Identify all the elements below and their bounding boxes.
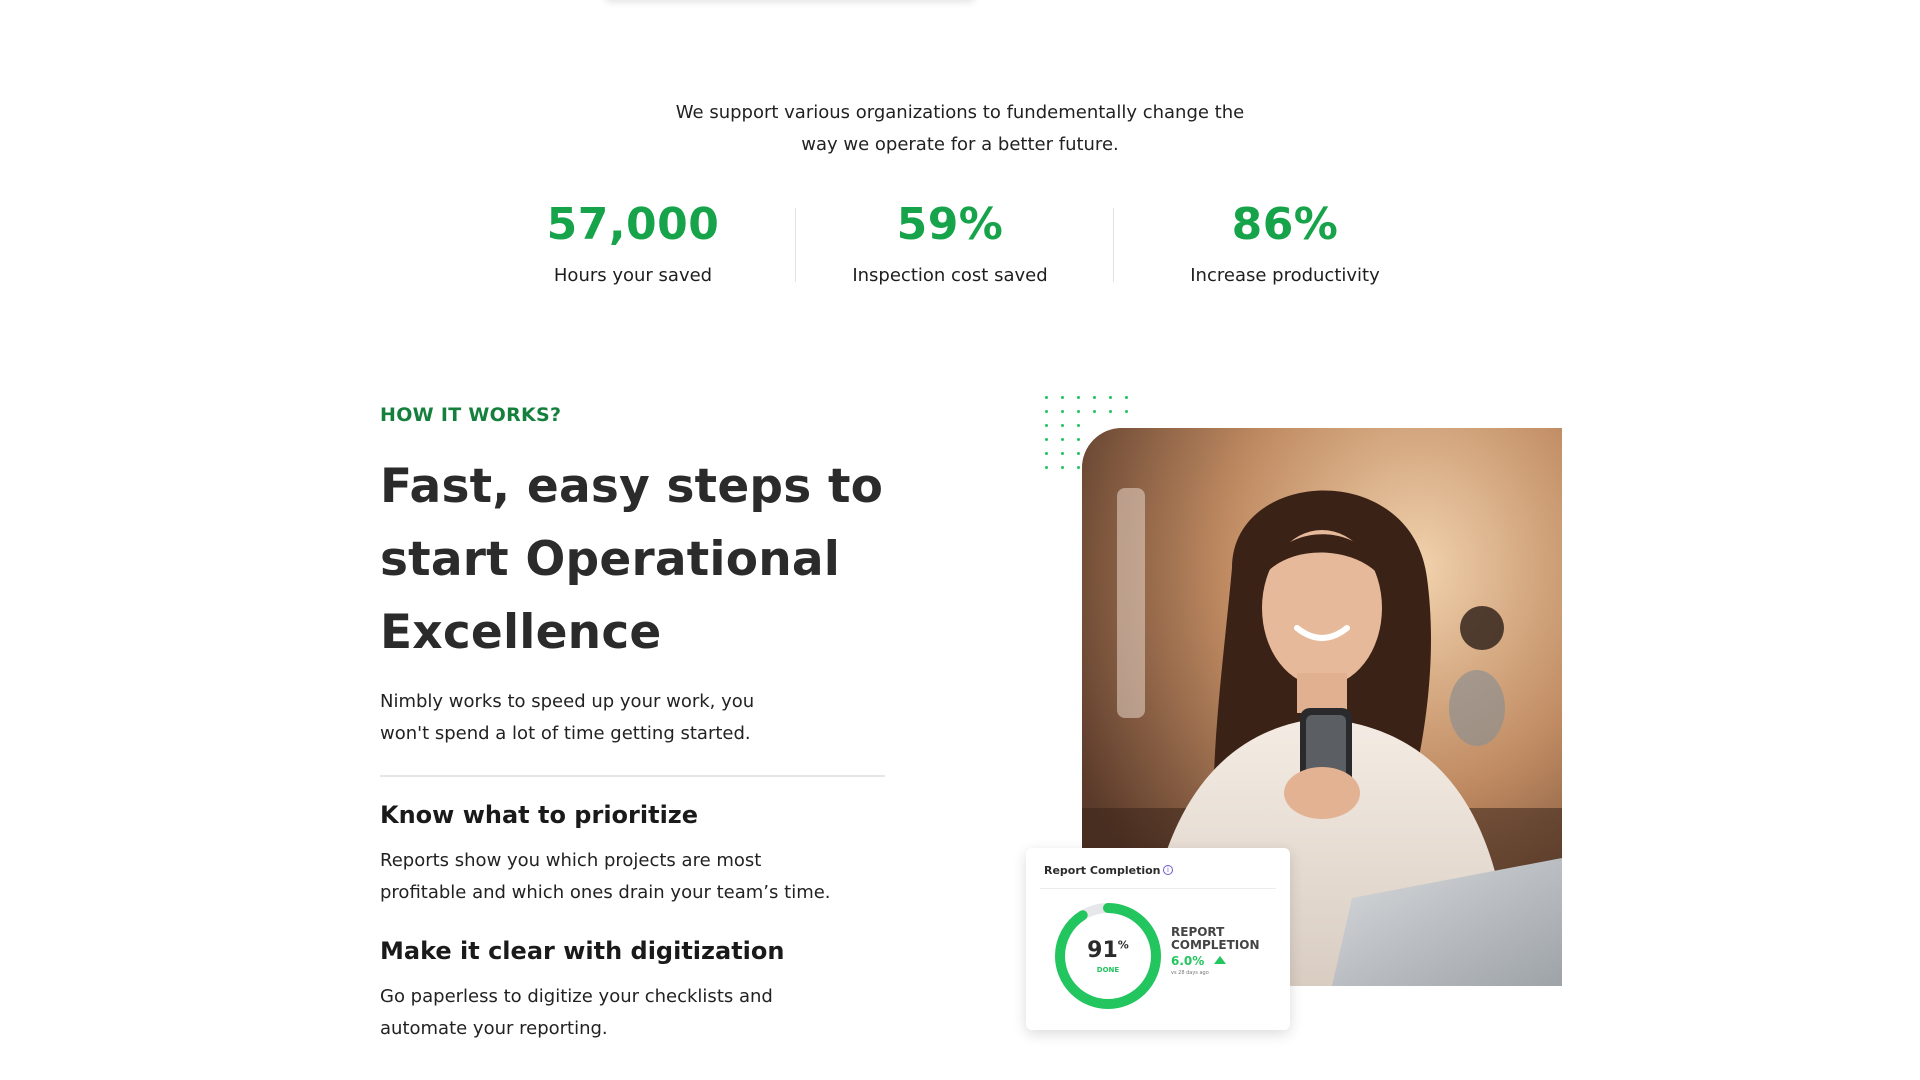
decorative-dot	[1045, 396, 1048, 399]
decorative-dot	[1125, 410, 1128, 413]
decorative-dot	[1125, 396, 1128, 399]
done-label: DONE	[1096, 966, 1120, 974]
card-divider	[1040, 888, 1276, 889]
stat-divider	[1113, 208, 1114, 282]
stat-productivity: 86% Increase productivity	[1125, 198, 1445, 288]
label-line: COMPLETION	[1171, 938, 1260, 952]
decorative-dot	[1077, 424, 1080, 427]
decorative-dot	[1061, 396, 1064, 399]
decorative-dot	[1061, 438, 1064, 441]
decorative-dot	[1093, 410, 1096, 413]
section-lead: Nimbly works to speed up your work, you …	[380, 686, 900, 750]
card-title: Report Completion	[1044, 864, 1161, 877]
info-icon[interactable]: i	[1163, 865, 1173, 875]
decorative-dot	[1061, 410, 1064, 413]
stat-label: Hours your saved	[553, 265, 713, 286]
feature-desc-line: automate your reporting.	[380, 1018, 608, 1039]
percent-sign: %	[1117, 938, 1129, 952]
stat-label: Inspection cost saved	[852, 265, 1048, 286]
decorative-dot	[1077, 452, 1080, 455]
decorative-dot	[1061, 452, 1064, 455]
decorative-dot	[1077, 410, 1080, 413]
decorative-dot	[1109, 410, 1112, 413]
arrow-up-icon	[1214, 956, 1226, 964]
decorative-dot	[1077, 396, 1080, 399]
decorative-dot	[1109, 396, 1112, 399]
section-eyebrow: HOW IT WORKS?	[380, 404, 562, 426]
feature-prioritize: Know what to prioritize Reports show you…	[380, 799, 900, 909]
stats-section: 57,000 Hours your saved 59% Inspection c…	[0, 0, 1920, 300]
stat-label: Increase productivity	[1190, 265, 1380, 286]
decorative-dot	[1045, 438, 1048, 441]
decorative-dot	[1077, 466, 1080, 469]
stat-value: 59%	[896, 199, 1004, 250]
stat-value: 57,000	[546, 199, 720, 250]
decorative-dot	[1045, 466, 1048, 469]
decorative-dot	[1093, 396, 1096, 399]
completion-percent: 91%	[1052, 938, 1164, 963]
feature-title: Know what to prioritize	[380, 801, 699, 829]
report-completion-label: REPORT COMPLETION	[1171, 926, 1259, 952]
feature-title: Make it clear with digitization	[380, 937, 785, 965]
stat-value: 86%	[1231, 199, 1339, 250]
how-it-works-section: HOW IT WORKS? Fast, easy steps to start …	[380, 402, 900, 1045]
section-headline: Fast, easy steps to start Operational Ex…	[380, 450, 900, 669]
section-divider	[380, 775, 885, 777]
lead-line: won't spend a lot of time getting starte…	[380, 723, 751, 744]
feature-description: Go paperless to digitize your checklists…	[380, 981, 900, 1045]
feature-description: Reports show you which projects are most…	[380, 845, 900, 909]
change-subtext: vs 28 days ago	[1171, 970, 1209, 976]
feature-desc-line: Reports show you which projects are most	[380, 850, 762, 871]
percent-number: 91	[1087, 938, 1118, 963]
feature-desc-line: Go paperless to digitize your checklists…	[380, 986, 773, 1007]
decorative-dot	[1061, 424, 1064, 427]
decorative-dot	[1045, 424, 1048, 427]
feature-desc-line: profitable and which ones drain your tea…	[380, 882, 831, 903]
stat-inspection-cost: 59% Inspection cost saved	[790, 198, 1110, 288]
decorative-dot	[1045, 452, 1048, 455]
headline-line: Excellence	[380, 605, 662, 660]
headline-line: start Operational	[380, 532, 841, 587]
stat-hours-saved: 57,000 Hours your saved	[473, 198, 793, 288]
decorative-dot	[1077, 438, 1080, 441]
report-completion-card: Report Completion i 91% DONE REPORT COMP…	[1026, 848, 1290, 1030]
change-value: 6.0%	[1171, 954, 1205, 968]
lead-line: Nimbly works to speed up your work, you	[380, 691, 755, 712]
decorative-dot	[1045, 410, 1048, 413]
headline-line: Fast, easy steps to	[380, 459, 884, 514]
decorative-dot	[1061, 466, 1064, 469]
feature-digitization: Make it clear with digitization Go paper…	[380, 935, 900, 1045]
